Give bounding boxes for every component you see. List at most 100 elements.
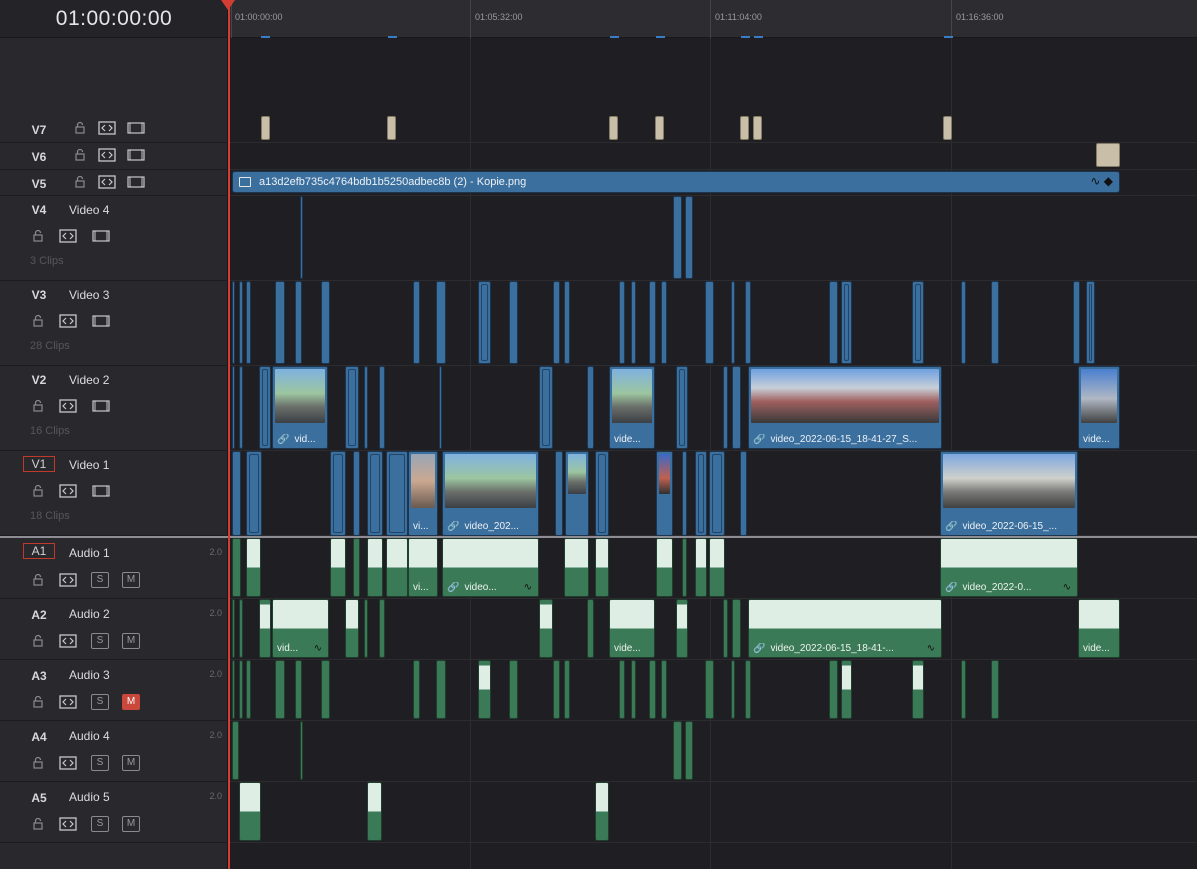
audio-clip[interactable] [259,599,271,658]
audio-clip[interactable] [353,538,360,597]
video-clip[interactable] [841,281,852,364]
video-clip[interactable] [731,281,735,364]
audio-clip[interactable] [413,660,420,719]
video-clip[interactable] [587,366,594,449]
audio-clip[interactable] [587,599,594,658]
video-clip[interactable] [239,281,243,364]
video-clip[interactable] [961,281,966,364]
monitor-icon[interactable] [127,176,145,188]
audio-clip[interactable] [321,660,330,719]
video-clip[interactable] [367,451,383,536]
video-clip[interactable] [745,281,751,364]
lock-icon[interactable] [31,573,45,587]
audio-clip[interactable] [595,538,609,597]
auto-select-icon[interactable] [59,756,77,770]
audio-clip[interactable] [656,538,673,597]
video-clip[interactable] [682,451,687,536]
timeline-ruler[interactable]: 01:00:00:00 01:05:32:00 01:11:04:00 01:1… [229,0,1197,38]
track-name[interactable]: Audio 4 [69,729,110,743]
video-clip[interactable] [321,281,330,364]
video-clip[interactable] [705,281,714,364]
mute-button[interactable]: M [122,572,140,588]
track-header-a4[interactable]: A4 Audio 4 2.0 S M [0,721,228,782]
video-clip[interactable] [436,281,446,364]
video-clip[interactable]: 🔗 video_202... [442,451,539,536]
auto-select-icon[interactable] [98,121,116,135]
solo-button[interactable]: S [91,694,109,710]
lock-icon[interactable] [31,817,45,831]
auto-select-icon[interactable] [59,695,77,709]
monitor-icon[interactable] [127,122,145,134]
video-clip[interactable]: 🔗 video_2022-06-15_18-41-27_S... [748,366,942,449]
video-clip[interactable] [661,281,667,364]
auto-select-icon[interactable] [98,148,116,162]
video-clip[interactable] [232,451,241,536]
track-name[interactable]: Audio 2 [69,607,110,621]
video-clip[interactable] [300,196,303,279]
audio-clip[interactable] [695,538,707,597]
track-name[interactable]: Video 4 [69,203,109,217]
track-name[interactable]: Video 1 [69,458,109,472]
lock-icon[interactable] [31,756,45,770]
monitor-icon[interactable] [92,315,110,327]
video-clip[interactable] [330,451,346,536]
audio-clip[interactable] [961,660,966,719]
auto-select-icon[interactable] [98,175,116,189]
track-header-v5[interactable]: V5 [0,170,228,196]
auto-select-icon[interactable] [59,314,77,328]
lock-icon[interactable] [31,634,45,648]
track-destination-a1[interactable]: A1 [23,543,55,559]
fade-curve-icon[interactable]: ∿ [314,643,322,654]
audio-clip[interactable] [649,660,656,719]
fade-curve-icon[interactable]: ∿ [524,582,532,593]
audio-clip[interactable] [232,599,235,658]
video-clip[interactable] [364,366,368,449]
video-clip[interactable] [345,366,359,449]
lock-icon[interactable] [31,399,45,413]
playhead[interactable] [228,0,230,869]
audio-clip[interactable] [436,660,446,719]
audio-clip[interactable] [478,660,491,719]
lock-icon[interactable] [73,121,87,135]
video-clip[interactable] [1086,281,1095,364]
audio-clip[interactable] [564,538,589,597]
audio-clip[interactable]: vid... ∿ [272,599,329,658]
auto-select-icon[interactable] [59,817,77,831]
video-clip[interactable] [740,451,747,536]
video-clip[interactable] [565,451,589,536]
track-name[interactable]: Audio 5 [69,790,110,804]
video-clip[interactable] [353,451,360,536]
v7-clip[interactable] [261,116,270,140]
audio-clip[interactable]: 🔗 video... ∿ [442,538,539,597]
video-clip[interactable] [676,366,688,449]
video-clip[interactable]: 🔗 video_2022-06-15_... [940,451,1078,536]
video-clip[interactable] [539,366,553,449]
timecode-display[interactable]: 01:00:00:00 [0,7,228,31]
mute-button-active[interactable]: M [122,694,140,710]
video-clip[interactable]: vide... [609,366,655,449]
video-audio-divider[interactable] [0,536,1197,538]
audio-clip[interactable] [232,721,239,780]
audio-clip[interactable] [912,660,924,719]
audio-clip[interactable] [991,660,999,719]
v5-image-clip[interactable]: a13d2efb735c4764bdb1b5250adbec8b (2) - K… [232,171,1120,193]
audio-clip[interactable] [745,660,751,719]
audio-clip[interactable]: 🔗 video_2022-06-15_18-41-... ∿ [748,599,942,658]
track-header-a3[interactable]: A3 Audio 3 2.0 S M [0,660,228,721]
v7-clip[interactable] [740,116,749,140]
audio-clip[interactable] [564,660,570,719]
video-clip[interactable] [246,281,251,364]
audio-clip[interactable] [364,599,368,658]
audio-clip[interactable]: vide... [609,599,655,658]
audio-clip[interactable] [841,660,852,719]
audio-clip[interactable] [553,660,560,719]
audio-clip[interactable] [509,660,518,719]
audio-clip[interactable] [239,782,261,841]
track-destination-v1[interactable]: V1 [23,456,55,472]
monitor-icon[interactable] [92,400,110,412]
video-clip[interactable] [239,366,243,449]
video-clip[interactable] [709,451,725,536]
v7-clip[interactable] [387,116,396,140]
audio-clip[interactable] [367,782,382,841]
timeline-tracks[interactable]: a13d2efb735c4764bdb1b5250adbec8b (2) - K… [229,38,1197,869]
